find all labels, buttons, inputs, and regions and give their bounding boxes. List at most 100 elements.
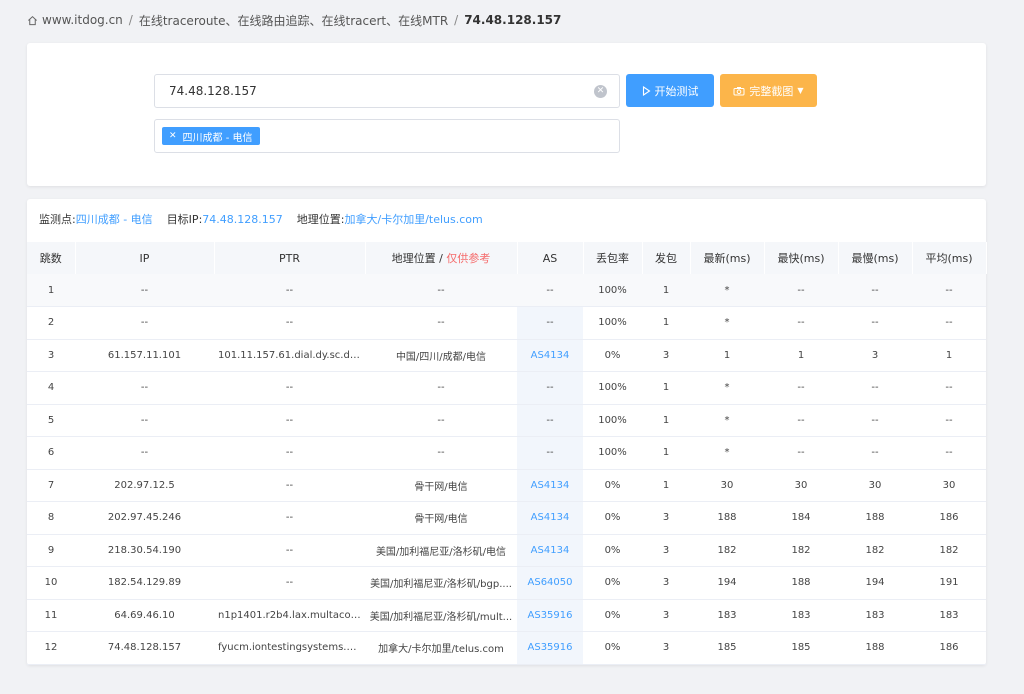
cell-best: 30: [764, 469, 838, 502]
hops-table: 跳数 IP PTR 地理位置 / 仅供参考 AS 丢包率 发包 最新(ms) 最…: [27, 242, 987, 665]
cell-hop: 2: [27, 306, 75, 340]
header-sent: 发包: [642, 242, 691, 274]
cell-ptr: 101.11.157.61.dial.dy.sc.dyna...: [214, 339, 365, 372]
breadcrumb-section-link[interactable]: 在线traceroute、在线路由追踪、在线tracert、在线MTR: [139, 12, 448, 29]
cell-ip: 202.97.45.246: [75, 501, 214, 535]
cell-ptr: n1p1401.r2b4.lax.multacom....: [214, 599, 365, 632]
full-screenshot-button[interactable]: 完整截图 ▼: [720, 74, 817, 107]
node-select[interactable]: ✕ 四川成都 - 电信: [154, 119, 620, 153]
as-link[interactable]: AS4134: [517, 501, 583, 535]
cell-as: --: [517, 436, 583, 470]
cell-hop: 1: [27, 274, 75, 307]
cell-hop: 10: [27, 566, 75, 600]
cell-best: 184: [764, 501, 838, 535]
cell-best: --: [764, 274, 838, 307]
cell-last: 30: [690, 469, 764, 502]
cell-sent: 1: [642, 306, 690, 340]
cell-loss: 0%: [583, 599, 642, 632]
cell-last: 194: [690, 566, 764, 600]
cell-loss: 0%: [583, 534, 642, 567]
cell-worst: --: [838, 436, 912, 470]
cell-sent: 3: [642, 599, 690, 632]
cell-sent: 1: [642, 404, 690, 437]
cell-ptr: --: [214, 436, 365, 470]
cell-ptr: --: [214, 501, 365, 535]
cell-best: --: [764, 404, 838, 437]
table-row: 8 202.97.45.246 -- 骨干网/电信 AS4134 0% 3 188 184 188…: [27, 501, 986, 535]
cell-avg: --: [912, 404, 986, 437]
cell-ip: 218.30.54.190: [75, 534, 214, 567]
cell-hop: 11: [27, 599, 75, 632]
cell-geo: --: [365, 436, 517, 470]
as-link[interactable]: AS4134: [517, 534, 583, 567]
cell-avg: 186: [912, 501, 986, 535]
cell-geo: --: [365, 274, 517, 307]
cell-worst: 183: [838, 599, 912, 632]
cell-worst: --: [838, 306, 912, 340]
cell-geo: 骨干网/电信: [365, 501, 517, 535]
cell-loss: 0%: [583, 501, 642, 535]
cell-ip: --: [75, 436, 214, 470]
cell-last: *: [690, 274, 764, 307]
cell-sent: 3: [642, 631, 690, 665]
target-value: 74.48.128.157: [202, 212, 283, 226]
as-link[interactable]: AS4134: [517, 339, 583, 372]
cell-worst: 188: [838, 631, 912, 665]
cell-last: *: [690, 436, 764, 470]
cell-last: 1: [690, 339, 764, 372]
cell-ip: --: [75, 404, 214, 437]
as-link[interactable]: AS35916: [517, 599, 583, 632]
header-ip: IP: [75, 242, 215, 274]
cell-ip: 74.48.128.157: [75, 631, 214, 665]
tag-close-icon[interactable]: ✕: [169, 131, 177, 141]
cell-last: *: [690, 404, 764, 437]
ip-input[interactable]: [155, 75, 575, 107]
cell-geo: 美国/加利福尼亚/洛杉矶/mult...: [365, 599, 517, 632]
camera-icon: [733, 86, 745, 95]
node-tag-label: 四川成都 - 电信: [182, 132, 253, 144]
header-geo-label: 地理位置 /: [391, 252, 443, 265]
cell-avg: --: [912, 274, 986, 307]
table-row: 12 74.48.128.157 fyucm.iontestingsystems.c…: [27, 631, 986, 665]
node-tag: ✕ 四川成都 - 电信: [162, 127, 260, 145]
cell-geo: 加拿大/卡尔加里/telus.com: [365, 631, 517, 665]
cell-sent: 1: [642, 469, 690, 502]
table-row: 3 61.157.11.101 101.11.157.61.dial.dy.sc.d…: [27, 339, 986, 372]
cell-avg: 182: [912, 534, 986, 567]
cell-best: 183: [764, 599, 838, 632]
cell-best: 1: [764, 339, 838, 372]
table-row: 11 64.69.46.10 n1p1401.r2b4.lax.multacom..…: [27, 599, 986, 632]
cell-ptr: --: [214, 274, 365, 307]
cell-avg: 1: [912, 339, 986, 372]
cell-loss: 100%: [583, 371, 642, 405]
clear-icon[interactable]: ✕: [594, 85, 607, 98]
cell-ptr: --: [214, 306, 365, 340]
search-card: ✕ 开始测试 完整截图 ▼ ✕ 四川成都 - 电信: [27, 43, 986, 186]
cell-avg: 30: [912, 469, 986, 502]
as-link[interactable]: AS35916: [517, 631, 583, 665]
cell-as: --: [517, 371, 583, 405]
cell-hop: 5: [27, 404, 75, 437]
cell-geo: 美国/加利福尼亚/洛杉矶/电信: [365, 534, 517, 567]
play-icon: [642, 85, 650, 96]
start-test-button[interactable]: 开始测试: [626, 74, 714, 107]
geo-value: 加拿大/卡尔加里/telus.com: [344, 213, 483, 226]
cell-worst: --: [838, 404, 912, 437]
cell-best: 185: [764, 631, 838, 665]
cell-as: --: [517, 274, 583, 307]
target-label: 目标IP:: [166, 213, 203, 226]
cell-sent: 1: [642, 274, 690, 307]
cell-worst: 182: [838, 534, 912, 567]
cell-as: --: [517, 306, 583, 340]
start-test-label: 开始测试: [654, 84, 699, 98]
table-row: 2 -- -- -- -- 100% 1 * -- -- --: [27, 306, 986, 340]
breadcrumb-separator: /: [454, 13, 459, 27]
as-link[interactable]: AS64050: [517, 566, 583, 600]
cell-hop: 3: [27, 339, 75, 372]
cell-loss: 0%: [583, 339, 642, 372]
cell-geo: 骨干网/电信: [365, 469, 517, 502]
cell-as: --: [517, 404, 583, 437]
breadcrumb-home-link[interactable]: www.itdog.cn: [42, 13, 123, 27]
cell-ptr: fyucm.iontestingsystems.com: [214, 631, 365, 665]
as-link[interactable]: AS4134: [517, 469, 583, 502]
